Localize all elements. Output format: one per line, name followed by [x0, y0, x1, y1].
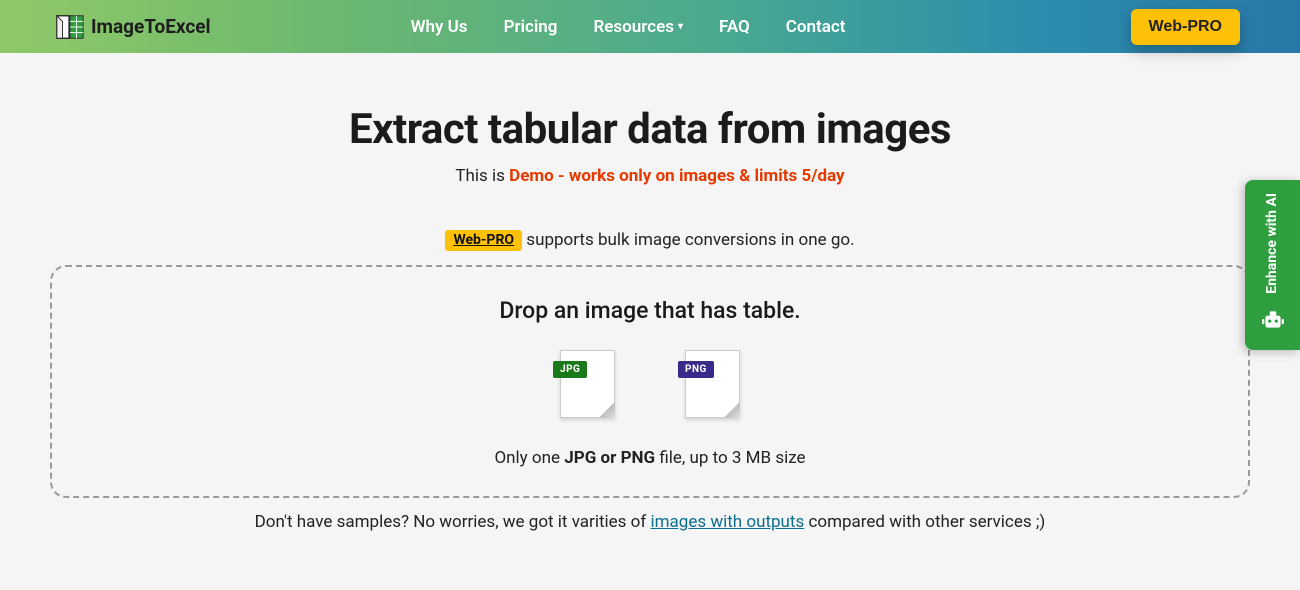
jpg-badge: JPG	[553, 361, 587, 378]
chevron-down-icon: ▾	[678, 22, 683, 32]
enhance-label: Enhance with AI	[1264, 193, 1281, 294]
dropzone-title: Drop an image that has table.	[72, 297, 1228, 324]
enhance-ai-tab[interactable]: Enhance with AI	[1245, 180, 1300, 350]
nav-faq[interactable]: FAQ	[719, 17, 750, 37]
limit-strong: JPG or PNG	[564, 448, 655, 468]
pro-line-text: supports bulk image conversions in one g…	[526, 230, 854, 250]
nav: Why Us Pricing Resources ▾ FAQ Contact	[411, 17, 846, 37]
jpg-file-icon: JPG	[560, 350, 615, 418]
sample-suffix: compared with other services ;)	[804, 512, 1045, 532]
nav-contact[interactable]: Contact	[786, 17, 846, 37]
limit-line: Only one JPG or PNG file, up to 3 MB siz…	[72, 448, 1228, 468]
sample-prefix: Don't have samples? No worries, we got i…	[255, 512, 651, 532]
nav-resources[interactable]: Resources ▾	[593, 17, 683, 37]
robot-icon	[1260, 307, 1286, 337]
limit-prefix: Only one	[494, 448, 564, 468]
samples-link[interactable]: images with outputs	[650, 512, 804, 532]
pro-line: Web-PRO supports bulk image conversions …	[50, 230, 1250, 251]
limit-suffix: file, up to 3 MB size	[655, 448, 805, 468]
demo-subline: This is Demo - works only on images & li…	[50, 166, 1250, 186]
logo-text: ImageToExcel	[91, 15, 211, 38]
nav-why-us[interactable]: Why Us	[411, 17, 468, 37]
main: Extract tabular data from images This is…	[0, 53, 1300, 532]
nav-resources-label: Resources	[593, 17, 674, 37]
header: ImageToExcel Why Us Pricing Resources ▾ …	[0, 0, 1300, 53]
logo-icon	[55, 12, 85, 42]
format-icons: JPG PNG	[72, 350, 1228, 418]
png-file-icon: PNG	[685, 350, 740, 418]
nav-pricing[interactable]: Pricing	[504, 17, 558, 37]
web-pro-button[interactable]: Web-PRO	[1131, 9, 1240, 45]
logo[interactable]: ImageToExcel	[55, 12, 211, 42]
subline-highlight: Demo - works only on images & limits 5/d…	[509, 166, 844, 186]
png-badge: PNG	[678, 361, 714, 378]
dropzone[interactable]: Drop an image that has table. JPG PNG On…	[50, 265, 1250, 498]
sample-line: Don't have samples? No worries, we got i…	[50, 512, 1250, 532]
web-pro-badge[interactable]: Web-PRO	[445, 230, 522, 251]
subline-prefix: This is	[455, 166, 509, 186]
header-right: Web-PRO	[1131, 9, 1240, 45]
page-title: Extract tabular data from images	[50, 105, 1250, 154]
